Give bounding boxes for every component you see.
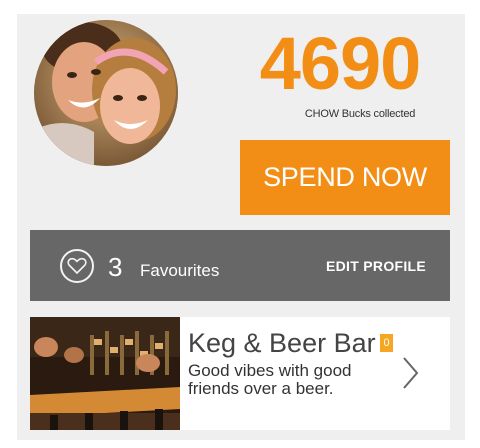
heart-icon[interactable] <box>60 249 94 283</box>
venue-card[interactable]: Keg & Beer Bar 0 Good vibes with good fr… <box>30 317 450 430</box>
avatar-photo <box>34 20 178 166</box>
favourites-bar: 3 Favourites EDIT PROFILE <box>30 230 450 301</box>
profile-avatar[interactable] <box>34 20 178 166</box>
points-total: 4690 <box>259 22 422 105</box>
spend-now-button[interactable]: SPEND NOW <box>240 140 450 215</box>
venue-photo <box>30 317 180 430</box>
venue-name: Keg & Beer Bar <box>188 328 376 358</box>
venue-badge: 0 <box>380 334 393 352</box>
points-caption: CHOW Bucks collected <box>304 108 416 120</box>
favourites-label[interactable]: Favourites <box>140 261 219 281</box>
venue-description: Good vibes with good friends over a beer… <box>188 361 352 398</box>
edit-profile-button[interactable]: EDIT PROFILE <box>326 258 426 274</box>
chevron-right-icon[interactable] <box>400 355 420 391</box>
favourites-count: 3 <box>108 252 123 282</box>
